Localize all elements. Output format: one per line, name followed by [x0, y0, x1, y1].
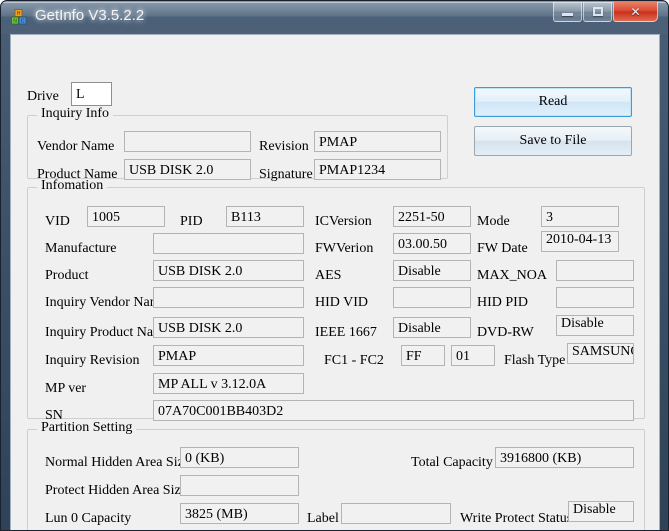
aes-field[interactable]: Disable [393, 260, 471, 281]
hid-vid-label: HID VID [315, 295, 369, 310]
product-label: Product [45, 268, 89, 283]
maximize-icon [584, 2, 611, 21]
icversion-label: ICVersion [315, 214, 372, 229]
mp-ver-field[interactable]: MP ALL v 3.12.0A [153, 373, 304, 394]
sn-field[interactable]: 07A70C001BB403D2 [153, 400, 634, 421]
information-title: Infomation [37, 179, 108, 193]
mp-ver-label: MP ver [45, 381, 87, 396]
product-field[interactable]: USB DISK 2.0 [153, 260, 304, 281]
max-noa-label: MAX_NOA [477, 268, 547, 283]
drive-input[interactable]: L [71, 82, 112, 106]
inquiry-vendor-name-field[interactable] [153, 287, 304, 308]
svg-text:N: N [13, 19, 17, 25]
pid-field[interactable]: B113 [226, 206, 304, 227]
protect-hidden-area-size-label: Protect Hidden Area Size [45, 483, 187, 498]
dvdrw-label: DVD-RW [477, 325, 534, 340]
revision-field[interactable]: PMAP [314, 131, 441, 152]
close-icon: ✕ [630, 4, 641, 19]
application-window: H N C GetInfo V3.5.2.2 ✕ Drive L Read Sa… [0, 0, 669, 531]
signature-label: Signature [259, 167, 313, 182]
lun0-label-field[interactable] [341, 503, 451, 524]
mode-field[interactable]: 3 [541, 206, 619, 227]
app-blocks-icon: H N C [11, 9, 27, 25]
lun0-capacity-field[interactable]: 3825 (MB) [180, 503, 299, 524]
window-title: GetInfo V3.5.2.2 [35, 7, 145, 24]
manufacture-label: Manufacture [45, 241, 117, 256]
fc1-fc2-label: FC1 - FC2 [324, 353, 384, 368]
partition-setting-title: Partition Setting [37, 421, 137, 435]
fc2-field[interactable]: 01 [451, 345, 495, 366]
lun0-write-protect-status-field[interactable]: Disable [568, 501, 634, 522]
lun0-label-label: Label [307, 511, 339, 526]
read-button[interactable]: Read [474, 87, 632, 117]
inquiry-info-title: Inquiry Info [37, 107, 114, 121]
fwdate-field[interactable]: 2010-04-13 [541, 231, 619, 252]
ieee1667-label: IEEE 1667 [315, 325, 377, 340]
minimize-button[interactable] [553, 2, 582, 22]
lun0-capacity-label: Lun 0 Capacity [45, 511, 132, 526]
pid-label: PID [180, 214, 203, 229]
dvdrw-field[interactable]: Disable [556, 315, 634, 336]
total-capacity-label: Total Capacity [411, 455, 493, 470]
inquiry-product-name-field[interactable]: USB DISK 2.0 [153, 317, 304, 338]
lun0-write-protect-status-label: Write Protect Status [460, 511, 573, 526]
protect-hidden-area-size-field[interactable] [180, 475, 299, 496]
client-area: Drive L Read Save to File Inquiry Info V… [10, 34, 660, 530]
hid-vid-field[interactable] [393, 287, 471, 308]
minimize-icon [554, 2, 581, 21]
svg-text:H: H [17, 11, 21, 17]
hid-pid-field[interactable] [556, 287, 634, 308]
inquiry-revision-label: Inquiry Revision [45, 353, 140, 368]
maximize-button[interactable] [583, 2, 612, 22]
max-noa-field[interactable] [556, 260, 634, 281]
inquiry-product-name-label: Inquiry Product Name [45, 325, 171, 340]
mode-label: Mode [477, 214, 510, 229]
vendor-name-label: Vendor Name [37, 139, 115, 154]
normal-hidden-area-size-field[interactable]: 0 (KB) [180, 447, 299, 468]
manufacture-field[interactable] [153, 233, 304, 254]
flash-type-label: Flash Type [504, 353, 566, 368]
hid-pid-label: HID PID [477, 295, 528, 310]
save-to-file-button[interactable]: Save to File [474, 126, 632, 156]
fwverion-label: FWVerion [315, 241, 374, 256]
revision-label: Revision [259, 139, 309, 154]
close-button[interactable]: ✕ [613, 2, 658, 22]
signature-field[interactable]: PMAP1234 [314, 159, 441, 180]
drive-label: Drive [27, 89, 59, 104]
vid-label: VID [45, 214, 70, 229]
title-bar[interactable]: H N C GetInfo V3.5.2.2 ✕ [1, 1, 668, 34]
fc1-field[interactable]: FF [401, 345, 445, 366]
product-name-field[interactable]: USB DISK 2.0 [124, 159, 251, 180]
flash-type-field[interactable]: SAMSUNG [567, 343, 634, 364]
vendor-name-field[interactable] [124, 131, 251, 152]
inquiry-revision-field[interactable]: PMAP [153, 345, 304, 366]
svg-text:C: C [21, 19, 25, 25]
ieee1667-field[interactable]: Disable [393, 317, 471, 338]
fwverion-field[interactable]: 03.00.50 [393, 233, 471, 254]
inquiry-vendor-name-label: Inquiry Vendor Name [45, 295, 167, 310]
vid-field[interactable]: 1005 [87, 206, 165, 227]
icversion-field[interactable]: 2251-50 [393, 206, 471, 227]
fwdate-label: FW Date [477, 241, 528, 256]
aes-label: AES [315, 268, 342, 283]
total-capacity-field[interactable]: 3916800 (KB) [495, 447, 634, 468]
normal-hidden-area-size-label: Normal Hidden Area Size [45, 455, 191, 470]
